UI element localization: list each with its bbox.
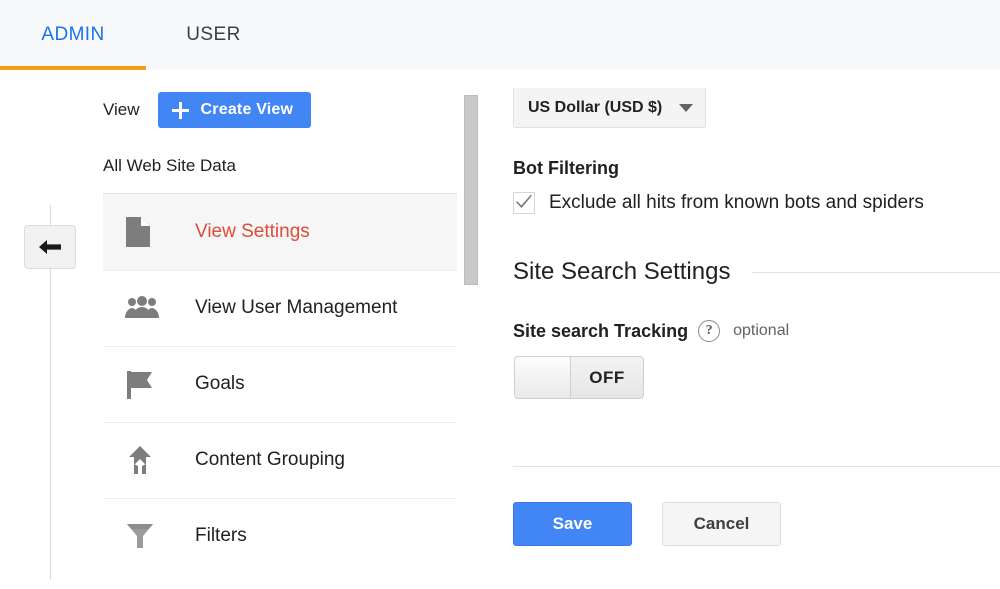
toggle-state-label: OFF [589, 367, 625, 387]
bot-filtering-checkbox-row[interactable]: Exclude all hits from known bots and spi… [513, 192, 924, 214]
optional-label: optional [733, 322, 790, 339]
create-view-button[interactable]: Create View [157, 92, 312, 128]
currency-value: US Dollar (USD $) [528, 98, 663, 116]
view-column-scrollbar-thumb[interactable] [464, 95, 478, 285]
tab-admin[interactable]: ADMIN [0, 0, 146, 70]
checkmark-icon [515, 195, 533, 211]
save-button[interactable]: Save [513, 502, 632, 546]
view-label: View [103, 100, 140, 119]
form-actions: Save Cancel [513, 502, 781, 546]
menu-item-label: Goals [195, 373, 245, 394]
site-search-tracking-toggle[interactable]: OFF [514, 356, 644, 399]
actions-divider [513, 466, 1000, 467]
tab-user-label: USER [186, 24, 241, 45]
site-search-section-title: Site Search Settings [513, 258, 731, 285]
toggle-knob [515, 357, 571, 398]
menu-item-label: View Settings [195, 221, 310, 242]
view-header-row: View Create View [103, 88, 457, 132]
funnel-icon [125, 521, 159, 551]
site-search-section-header: Site Search Settings [513, 258, 1000, 286]
site-search-tracking-label: Site search Tracking [513, 320, 689, 341]
menu-item-filters[interactable]: Filters [103, 498, 457, 574]
help-question-icon[interactable]: ? [698, 320, 721, 342]
merge-arrow-icon [125, 444, 159, 476]
document-icon [125, 216, 159, 248]
bot-filtering-checkbox[interactable] [513, 192, 535, 214]
people-icon [125, 296, 159, 320]
menu-item-view-user-management[interactable]: View User Management [103, 270, 457, 346]
bot-filtering-heading: Bot Filtering [513, 158, 619, 178]
menu-item-label: Content Grouping [195, 449, 345, 470]
view-profile-name: All Web Site Data [103, 156, 236, 175]
menu-item-label: View User Management [195, 297, 398, 318]
bot-filtering-checkbox-label: Exclude all hits from known bots and spi… [549, 192, 924, 213]
tab-user[interactable]: USER [146, 0, 281, 70]
chevron-down-icon [679, 103, 693, 112]
tab-admin-label: ADMIN [41, 24, 105, 45]
settings-pane: US Dollar (USD $) Bot Filtering Exclude … [513, 0, 1000, 589]
currency-dropdown[interactable]: US Dollar (USD $) [513, 88, 706, 128]
menu-item-content-grouping[interactable]: Content Grouping [103, 422, 457, 498]
arrow-left-icon [37, 237, 63, 257]
flag-icon [125, 368, 159, 400]
menu-item-view-settings[interactable]: View Settings [103, 194, 457, 270]
view-settings-menu: View Settings View User Management Goals… [103, 194, 457, 574]
site-search-tracking-label-row: Site search Tracking ? optional [513, 320, 789, 342]
section-divider [752, 271, 1000, 273]
view-column: View Create View All Web Site Data View … [103, 88, 457, 574]
cancel-button[interactable]: Cancel [662, 502, 781, 546]
menu-item-label: Filters [195, 525, 247, 546]
plus-icon [171, 101, 189, 119]
active-tab-indicator [0, 66, 146, 70]
collapse-panel-button[interactable] [24, 225, 76, 269]
create-view-button-label: Create View [200, 101, 294, 118]
menu-item-goals[interactable]: Goals [103, 346, 457, 422]
